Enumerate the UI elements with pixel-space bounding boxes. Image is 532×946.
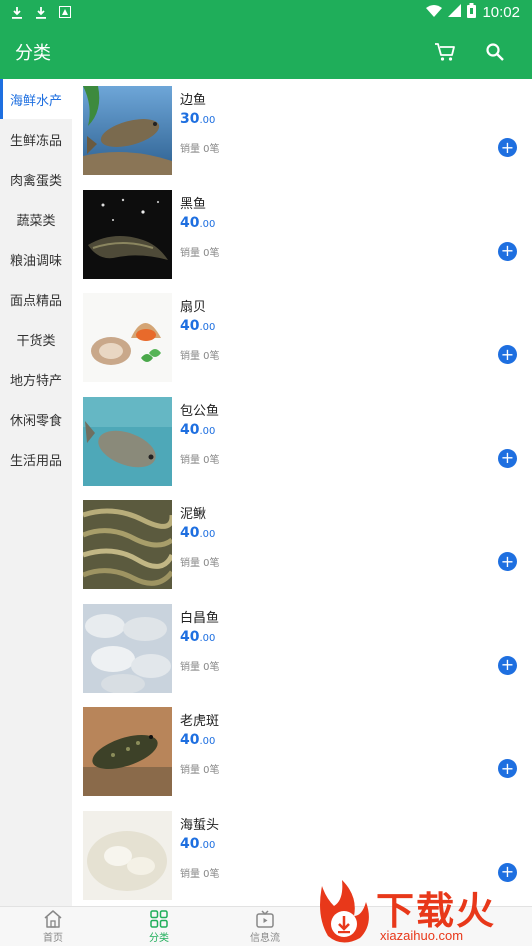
wifi-icon [426, 3, 443, 21]
product-price: 40.00 [180, 835, 216, 852]
product-name: 扇贝 [180, 300, 207, 315]
product-price: 40.00 [180, 318, 216, 334]
home-icon [43, 909, 63, 929]
page-title: 分类 [15, 42, 51, 64]
product-item[interactable]: 扇贝 40.00 销量 0笔 + [72, 286, 532, 390]
status-time: 10:02 [482, 3, 520, 21]
product-sales: 销量 0笔 [180, 454, 220, 466]
product-item[interactable]: 包公鱼 40.00 销量 0笔 + [72, 390, 532, 494]
product-image [83, 293, 172, 382]
product-image [83, 189, 172, 279]
sidebar-item-dry-goods[interactable]: 干货类 [0, 319, 72, 359]
sidebar-item-meat-egg[interactable]: 肉禽蛋类 [0, 159, 72, 199]
plus-icon: + [500, 448, 515, 467]
tab-feed[interactable]: 信息流 [212, 907, 318, 946]
add-to-cart-button[interactable]: + [498, 241, 517, 261]
product-name: 黑鱼 [180, 196, 207, 212]
product-name: 老虎斑 [180, 714, 220, 729]
tv-icon [255, 909, 275, 929]
add-to-cart-button[interactable]: + [498, 138, 517, 157]
watermark-text: 下载火 [376, 889, 497, 933]
sidebar-item-daily-goods[interactable]: 生活用品 [0, 439, 72, 479]
product-name: 泥鳅 [180, 507, 207, 522]
sidebar-item-pastry[interactable]: 面点精品 [0, 279, 72, 319]
signal-icon [448, 3, 462, 21]
tab-feed-label: 信息流 [250, 933, 280, 944]
product-image [83, 603, 172, 693]
product-image [83, 707, 172, 796]
plus-icon: + [500, 551, 515, 571]
product-name: 边鱼 [180, 93, 207, 108]
sidebar-item-local-specialty[interactable]: 地方特产 [0, 359, 72, 399]
sidebar-item-snacks[interactable]: 休闲零食 [0, 399, 72, 439]
product-name: 包公鱼 [180, 403, 220, 419]
product-image [83, 396, 172, 486]
tab-category-label: 分类 [149, 933, 169, 944]
product-sales: 销量 0笔 [180, 247, 220, 259]
product-sales: 销量 0笔 [180, 868, 220, 880]
cart-icon[interactable] [432, 39, 458, 65]
add-to-cart-button[interactable]: + [498, 552, 517, 571]
watermark-logo: 下载火 xiazaihuo.com [312, 876, 532, 946]
tab-home[interactable]: 首页 [0, 907, 106, 946]
product-sales: 销量 0笔 [180, 558, 220, 569]
product-name: 海蜇头 [180, 817, 220, 833]
product-price: 30.00 [180, 111, 216, 127]
download-icon [34, 5, 48, 19]
add-to-cart-button[interactable]: + [498, 759, 517, 778]
plus-icon: + [500, 758, 515, 778]
product-sales: 销量 0笔 [180, 351, 220, 362]
product-item[interactable]: 泥鳅 40.00 销量 0笔 + [72, 493, 532, 597]
search-icon[interactable] [482, 39, 508, 65]
sidebar-item-seafood[interactable]: 海鲜水产 [0, 79, 72, 119]
product-price: 40.00 [180, 732, 216, 748]
product-price: 40.00 [180, 214, 216, 231]
product-price: 40.00 [180, 628, 216, 645]
sidebar-item-frozen[interactable]: 生鲜冻品 [0, 119, 72, 159]
product-item[interactable]: 老虎斑 40.00 销量 0笔 + [72, 700, 532, 804]
product-price: 40.00 [180, 525, 216, 541]
product-item[interactable]: 白昌鱼 40.00 销量 0笔 + [72, 597, 532, 701]
tab-category[interactable]: 分类 [106, 907, 212, 946]
product-sales: 销量 0笔 [180, 765, 220, 776]
add-to-cart-button[interactable]: + [498, 345, 517, 364]
add-to-cart-button[interactable]: + [498, 448, 517, 468]
plus-icon: + [500, 137, 515, 157]
app-bar: 分类 [0, 24, 532, 79]
sidebar-item-grain-oil[interactable]: 粮油调味 [0, 239, 72, 279]
product-list: 边鱼 30.00 销量 0笔 + 黑鱼 40.00 销量 0笔 + 扇贝 40.… [72, 79, 532, 906]
product-sales: 销量 0笔 [180, 661, 220, 673]
sidebar-item-vegetables[interactable]: 蔬菜类 [0, 199, 72, 239]
category-sidebar: 海鲜水产 生鲜冻品 肉禽蛋类 蔬菜类 粮油调味 面点精品 干货类 地方特产 休闲… [0, 79, 72, 906]
add-to-cart-button[interactable]: + [498, 655, 517, 675]
battery-icon [467, 2, 477, 22]
product-image [83, 500, 172, 589]
plus-icon: + [500, 241, 515, 260]
product-sales: 销量 0笔 [180, 144, 220, 155]
watermark-url: xiazaihuo.com [380, 928, 464, 943]
status-bar: 10:02 [0, 0, 532, 24]
product-image [83, 810, 172, 900]
product-name: 白昌鱼 [180, 610, 220, 626]
plus-icon: + [500, 655, 515, 674]
flame-logo-icon [320, 880, 369, 943]
product-price: 40.00 [180, 421, 216, 438]
product-item[interactable]: 黑鱼 40.00 销量 0笔 + [72, 183, 532, 287]
category-icon [149, 909, 169, 929]
notification-icon [58, 5, 72, 19]
product-image [83, 86, 172, 175]
tab-home-label: 首页 [43, 933, 63, 944]
product-item[interactable]: 边鱼 30.00 销量 0笔 + [72, 79, 532, 183]
download-icon [10, 5, 24, 19]
plus-icon: + [500, 344, 515, 364]
